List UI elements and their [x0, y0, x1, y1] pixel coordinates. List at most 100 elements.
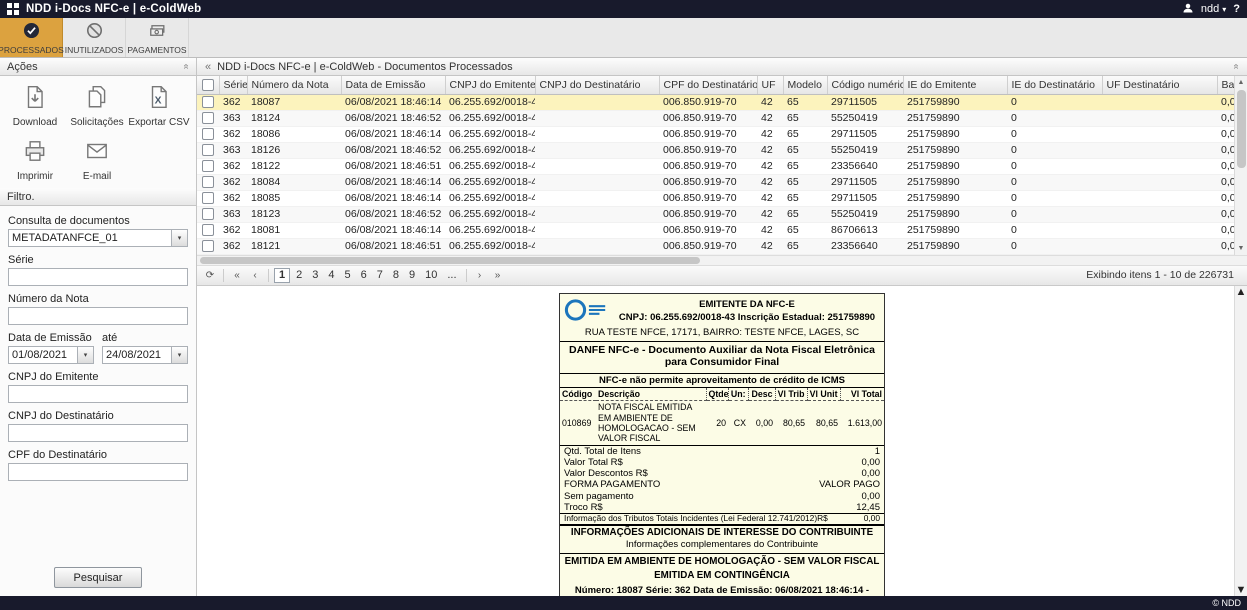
column-header-c-digo-num-rico[interactable]: Código numérico [827, 76, 903, 94]
tab-processados[interactable]: PROCESSADOS [0, 18, 63, 57]
email-button[interactable]: E-mail [66, 138, 128, 182]
main-area: « NDD i-Docs NFC-e | e-ColdWeb - Documen… [197, 58, 1247, 596]
row-checkbox[interactable] [202, 192, 214, 204]
table-row[interactable]: 3621808706/08/2021 18:46:1406.255.692/00… [197, 94, 1247, 110]
download-button[interactable]: Download [4, 84, 66, 128]
preview-vertical-scrollbar[interactable]: ▲ ▼ [1234, 286, 1247, 597]
column-header-cnpj-do-destinat-rio[interactable]: CNPJ do Destinatário [535, 76, 659, 94]
column-header-ie-do-emitente[interactable]: IE do Emitente [903, 76, 1007, 94]
doc-totals: Qtd. Total de Itens1Valor Total R$0,00Va… [560, 446, 884, 525]
row-checkbox[interactable] [202, 240, 214, 252]
scrollbar-thumb[interactable] [200, 257, 700, 264]
table-row[interactable]: 3621808506/08/2021 18:46:1406.255.692/00… [197, 190, 1247, 206]
refresh-button[interactable]: ⟳ [202, 267, 218, 283]
column-header-data-de-emiss-o[interactable]: Data de Emissão [341, 76, 445, 94]
scroll-down-icon[interactable]: ▼ [1236, 584, 1247, 596]
solicitacoes-button[interactable]: Solicitações [66, 84, 128, 128]
scroll-up-icon[interactable]: ▲ [1236, 286, 1247, 298]
row-checkbox[interactable] [202, 128, 214, 140]
app-launcher-icon[interactable] [7, 3, 19, 15]
column-header-s-rie[interactable]: Série [219, 76, 247, 94]
cell: 0 [1007, 190, 1102, 206]
first-page-button[interactable]: « [229, 267, 245, 283]
prev-page-button[interactable]: ‹ [247, 267, 263, 283]
page-number-5[interactable]: 5 [341, 268, 355, 283]
chevron-down-icon[interactable]: ▾ [171, 347, 187, 363]
column-header-ie-do-destinat-rio[interactable]: IE do Destinatário [1007, 76, 1102, 94]
cnpj-destinatario-input[interactable] [8, 424, 188, 442]
table-row[interactable]: 3621808106/08/2021 18:46:1406.255.692/00… [197, 222, 1247, 238]
row-checkbox[interactable] [202, 208, 214, 220]
collapse-panel-icon[interactable]: « [1231, 64, 1242, 70]
check-circle-icon [22, 21, 41, 42]
user-menu[interactable]: ndd ▾ [1201, 3, 1226, 15]
row-checkbox[interactable] [202, 112, 214, 124]
page-number-1[interactable]: 1 [274, 268, 290, 283]
page-number-6[interactable]: 6 [357, 268, 371, 283]
column-header-cpf-do-destinat-rio[interactable]: CPF do Destinatário [659, 76, 757, 94]
row-checkbox[interactable] [202, 224, 214, 236]
table-row[interactable]: 3631812306/08/2021 18:46:5206.255.692/00… [197, 206, 1247, 222]
exportar-csv-button[interactable]: X Exportar CSV [128, 84, 190, 128]
page-number-4[interactable]: 4 [324, 268, 338, 283]
table-row[interactable]: 3621808406/08/2021 18:46:1406.255.692/00… [197, 174, 1247, 190]
scrollbar-thumb[interactable] [1237, 90, 1246, 168]
table-row[interactable]: 3621812206/08/2021 18:46:5106.255.692/00… [197, 158, 1247, 174]
imprimir-button[interactable]: Imprimir [4, 138, 66, 182]
page-number-10[interactable]: 10 [421, 268, 441, 283]
doc-emitente-title: EMITENTE DA NFC-E [614, 299, 880, 310]
cell: 06/08/2021 18:46:52 [341, 110, 445, 126]
cell: 363 [219, 206, 247, 222]
column-header-uf[interactable]: UF [757, 76, 783, 94]
row-checkbox[interactable] [202, 160, 214, 172]
scroll-up-icon[interactable]: ▲ [1235, 76, 1247, 89]
numero-nota-input[interactable] [8, 307, 188, 325]
page-number-3[interactable]: 3 [308, 268, 322, 283]
item-qtde: 20 [706, 401, 728, 446]
chevrons-left-icon[interactable]: « [205, 61, 211, 73]
table-row[interactable]: 3621812106/08/2021 18:46:5106.255.692/00… [197, 238, 1247, 254]
cell: 18124 [247, 110, 341, 126]
grid-body: 3621808706/08/2021 18:46:1406.255.692/00… [197, 94, 1247, 254]
column-header-cnpj-do-emitente[interactable]: CNPJ do Emitente [445, 76, 535, 94]
consulta-select[interactable] [8, 229, 188, 247]
row-checkbox[interactable] [202, 144, 214, 156]
chevron-down-icon[interactable]: ▾ [77, 347, 93, 363]
cpf-destinatario-input[interactable] [8, 463, 188, 481]
page-number-2[interactable]: 2 [292, 268, 306, 283]
page-number-7[interactable]: 7 [373, 268, 387, 283]
page-number-9[interactable]: 9 [405, 268, 419, 283]
collapse-icon[interactable]: « [181, 64, 192, 70]
tab-inutilizados[interactable]: INUTILIZADOS [63, 18, 126, 57]
next-page-button[interactable]: › [472, 267, 488, 283]
table-row[interactable]: 3631812606/08/2021 18:46:5206.255.692/00… [197, 142, 1247, 158]
row-checkbox[interactable] [202, 176, 214, 188]
table-row[interactable]: 3631812406/08/2021 18:46:5206.255.692/00… [197, 110, 1247, 126]
cell: 65 [783, 94, 827, 110]
cnpj-emitente-input[interactable] [8, 385, 188, 403]
cell [535, 238, 659, 254]
cell: 18126 [247, 142, 341, 158]
cell [535, 158, 659, 174]
tab-pagamentos[interactable]: PAGAMENTOS [126, 18, 189, 57]
column-header-uf-destinat-rio[interactable]: UF Destinatário [1102, 76, 1217, 94]
column-header-n-mero-da-nota[interactable]: Número da Nota [247, 76, 341, 94]
pesquisar-button[interactable]: Pesquisar [54, 567, 142, 588]
cell: 23356640 [827, 238, 903, 254]
row-checkbox[interactable] [202, 96, 214, 108]
doc-total-row: Sem pagamento0,00 [560, 491, 884, 502]
column-header-modelo[interactable]: Modelo [783, 76, 827, 94]
select-all-checkbox[interactable] [202, 79, 214, 91]
help-button[interactable]: ? [1233, 3, 1240, 15]
scroll-down-icon[interactable]: ▼ [1235, 242, 1247, 255]
grid-horizontal-scrollbar[interactable] [197, 256, 1247, 266]
page-number-8[interactable]: 8 [389, 268, 403, 283]
chevron-down-icon[interactable]: ▾ [171, 230, 187, 246]
table-row[interactable]: 3621808606/08/2021 18:46:1406.255.692/00… [197, 126, 1247, 142]
grid-vertical-scrollbar[interactable]: ▲ ▼ [1234, 76, 1247, 255]
serie-input[interactable] [8, 268, 188, 286]
cell: 42 [757, 94, 783, 110]
doc-total-row: Qtd. Total de Itens1 [560, 446, 884, 457]
last-page-button[interactable]: » [490, 267, 506, 283]
cell: 251759890 [903, 126, 1007, 142]
